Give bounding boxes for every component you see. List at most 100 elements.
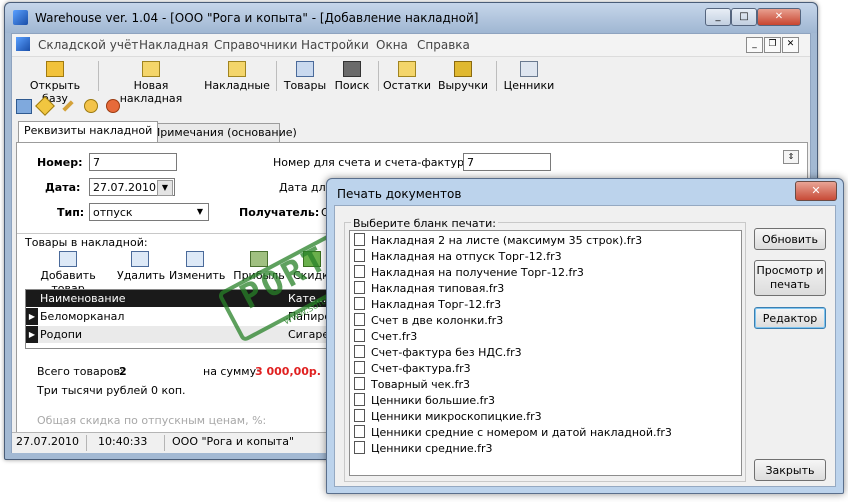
new-invoice-button[interactable]: Новая накладная bbox=[102, 59, 200, 105]
menu-help[interactable]: Справка bbox=[417, 38, 470, 52]
chevron-down-icon[interactable]: ▼ bbox=[193, 205, 207, 219]
price-tag-icon bbox=[520, 61, 538, 77]
template-list-item[interactable]: Ценники микроскопицкие.fr3 bbox=[354, 409, 542, 425]
preview-print-button[interactable]: Просмотр и печать bbox=[754, 260, 826, 296]
template-list-item[interactable]: Накладная на отпуск Торг-12.fr3 bbox=[354, 249, 562, 265]
tag-icon[interactable] bbox=[35, 96, 55, 116]
table-row[interactable]: ▶ Родопи Сигареты bbox=[26, 326, 344, 343]
document-icon bbox=[354, 297, 365, 310]
revenue-button[interactable]: Выручки bbox=[436, 59, 490, 93]
discount-label: Скидк bbox=[293, 269, 329, 282]
template-list-item[interactable]: Счет в две колонки.fr3 bbox=[354, 313, 503, 329]
template-list-item[interactable]: Накладная на получение Торг-12.fr3 bbox=[354, 265, 584, 281]
sum-value: 3 000,00р. bbox=[255, 365, 321, 378]
search-label: Поиск bbox=[334, 79, 370, 92]
goods-grid: Наименование Кате... ▶ Беломорканал Папи… bbox=[25, 289, 344, 349]
account-number-field[interactable]: 7 bbox=[463, 153, 551, 171]
maximize-button[interactable]: □ bbox=[731, 8, 757, 26]
menu-windows[interactable]: Окна bbox=[376, 38, 408, 52]
menu-settings[interactable]: Настройки bbox=[301, 38, 369, 52]
discount-note: Общая скидка по отпускным ценам, %: bbox=[37, 414, 267, 427]
template-list-item[interactable]: Счет-фактура.fr3 bbox=[354, 361, 471, 377]
mdi-minimize-button[interactable]: _ bbox=[746, 37, 763, 53]
row-indicator-icon: ▶ bbox=[26, 326, 38, 343]
number-field[interactable]: 7 bbox=[89, 153, 177, 171]
delete-goods-button[interactable]: Удалить bbox=[117, 249, 165, 283]
goods-button[interactable]: Товары bbox=[282, 59, 328, 93]
toolbar-separator bbox=[378, 61, 379, 91]
document-icon bbox=[354, 281, 365, 294]
close-dialog-button[interactable]: Закрыть bbox=[754, 459, 826, 481]
sum-label: на сумму: bbox=[203, 365, 260, 378]
template-list-item[interactable]: Товарный чек.fr3 bbox=[354, 377, 470, 393]
template-list-item[interactable]: Счет-фактура без НДС.fr3 bbox=[354, 345, 522, 361]
search-button[interactable]: Поиск bbox=[332, 59, 372, 93]
add-icon bbox=[59, 251, 77, 267]
profit-button[interactable]: Прибыль bbox=[233, 249, 285, 283]
template-list-item-label: Ценники средние с номером и датой наклад… bbox=[371, 426, 672, 439]
tab-notes[interactable]: Примечания (основание) bbox=[146, 123, 297, 142]
document-icon bbox=[354, 441, 365, 454]
new-document-icon bbox=[142, 61, 160, 77]
refresh-button[interactable]: Обновить bbox=[754, 228, 826, 250]
table-icon[interactable] bbox=[16, 99, 32, 114]
template-list-item[interactable]: Накладная 2 на листе (максимум 35 строк)… bbox=[354, 233, 642, 249]
person-red-icon[interactable] bbox=[106, 99, 120, 113]
mdi-restore-button[interactable]: ❐ bbox=[764, 37, 781, 53]
invoices-label: Накладные bbox=[204, 79, 270, 92]
folder-icon bbox=[46, 61, 64, 77]
add-goods-button[interactable]: Добавить товар bbox=[23, 249, 113, 295]
edit-goods-button[interactable]: Изменить bbox=[169, 249, 225, 283]
template-list-item-label: Накладная на получение Торг-12.fr3 bbox=[371, 266, 584, 279]
preview-print-label-2: печать bbox=[769, 278, 811, 291]
template-list-item[interactable]: Ценники средние с номером и датой наклад… bbox=[354, 425, 672, 441]
menu-invoice[interactable]: Накладная bbox=[139, 38, 208, 52]
menu-references[interactable]: Справочники bbox=[214, 38, 297, 52]
edit-goods-label: Изменить bbox=[169, 269, 226, 282]
date-picker[interactable]: 27.07.2010 ▼ bbox=[89, 178, 175, 196]
hammer-icon[interactable] bbox=[62, 100, 74, 112]
secondary-toolbar bbox=[12, 96, 810, 118]
menu-warehouse[interactable]: Складской учёт bbox=[38, 38, 138, 52]
profit-label: Прибыль bbox=[233, 269, 285, 282]
grid-header: Наименование Кате... bbox=[26, 290, 326, 307]
mdi-doc-icon[interactable] bbox=[16, 37, 30, 51]
template-list-item[interactable]: Накладная Торг-12.fr3 bbox=[354, 297, 501, 313]
template-list-item-label: Накладная на отпуск Торг-12.fr3 bbox=[371, 250, 562, 263]
date-label: Дата: bbox=[45, 181, 81, 194]
revenue-label: Выручки bbox=[437, 79, 488, 92]
close-button[interactable]: ✕ bbox=[757, 8, 801, 26]
open-db-button[interactable]: Открыть базу bbox=[16, 59, 94, 105]
stock-button[interactable]: Остатки bbox=[382, 59, 432, 93]
type-select[interactable]: отпуск ▼ bbox=[89, 203, 209, 221]
tab-invoice-details[interactable]: Реквизиты накладной bbox=[18, 121, 159, 142]
template-list-item[interactable]: Счет.fr3 bbox=[354, 329, 417, 345]
price-tags-label: Ценники bbox=[503, 79, 555, 92]
account-number-label: Номер для счета и счета-фактуры: bbox=[273, 156, 477, 169]
toolbar-separator bbox=[98, 61, 99, 91]
template-list-item[interactable]: Накладная типовая.fr3 bbox=[354, 281, 504, 297]
calculator-icon bbox=[250, 251, 268, 267]
column-name-header[interactable]: Наименование bbox=[40, 290, 125, 307]
mdi-close-button[interactable]: ✕ bbox=[782, 37, 799, 53]
invoices-button[interactable]: Накладные bbox=[204, 59, 270, 93]
column-category-header[interactable]: Кате... bbox=[288, 290, 326, 307]
expand-icon[interactable]: ⇕ bbox=[783, 150, 799, 164]
template-list-item-label: Накладная 2 на листе (максимум 35 строк)… bbox=[371, 234, 643, 247]
main-titlebar[interactable]: Warehouse ver. 1.04 - [ООО "Рога и копыт… bbox=[5, 3, 817, 33]
dialog-close-button[interactable]: ✕ bbox=[795, 181, 837, 201]
template-list-item-label: Ценники микроскопицкие.fr3 bbox=[371, 410, 542, 423]
template-list[interactable]: Накладная 2 на листе (максимум 35 строк)… bbox=[349, 230, 742, 476]
template-list-item[interactable]: Ценники большие.fr3 bbox=[354, 393, 495, 409]
person-icon[interactable] bbox=[84, 99, 98, 113]
minimize-button[interactable]: _ bbox=[705, 8, 731, 26]
document-icon bbox=[354, 345, 365, 358]
template-group-label: Выберите бланк печати: bbox=[351, 217, 498, 230]
editor-button[interactable]: Редактор bbox=[754, 307, 826, 329]
table-row[interactable]: ▶ Беломорканал Папирос bbox=[26, 308, 337, 325]
chevron-down-icon[interactable]: ▼ bbox=[157, 180, 173, 196]
price-tags-button[interactable]: Ценники bbox=[502, 59, 556, 93]
document-icon bbox=[354, 377, 365, 390]
app-logo-icon bbox=[13, 10, 28, 25]
template-list-item[interactable]: Ценники средние.fr3 bbox=[354, 441, 493, 457]
